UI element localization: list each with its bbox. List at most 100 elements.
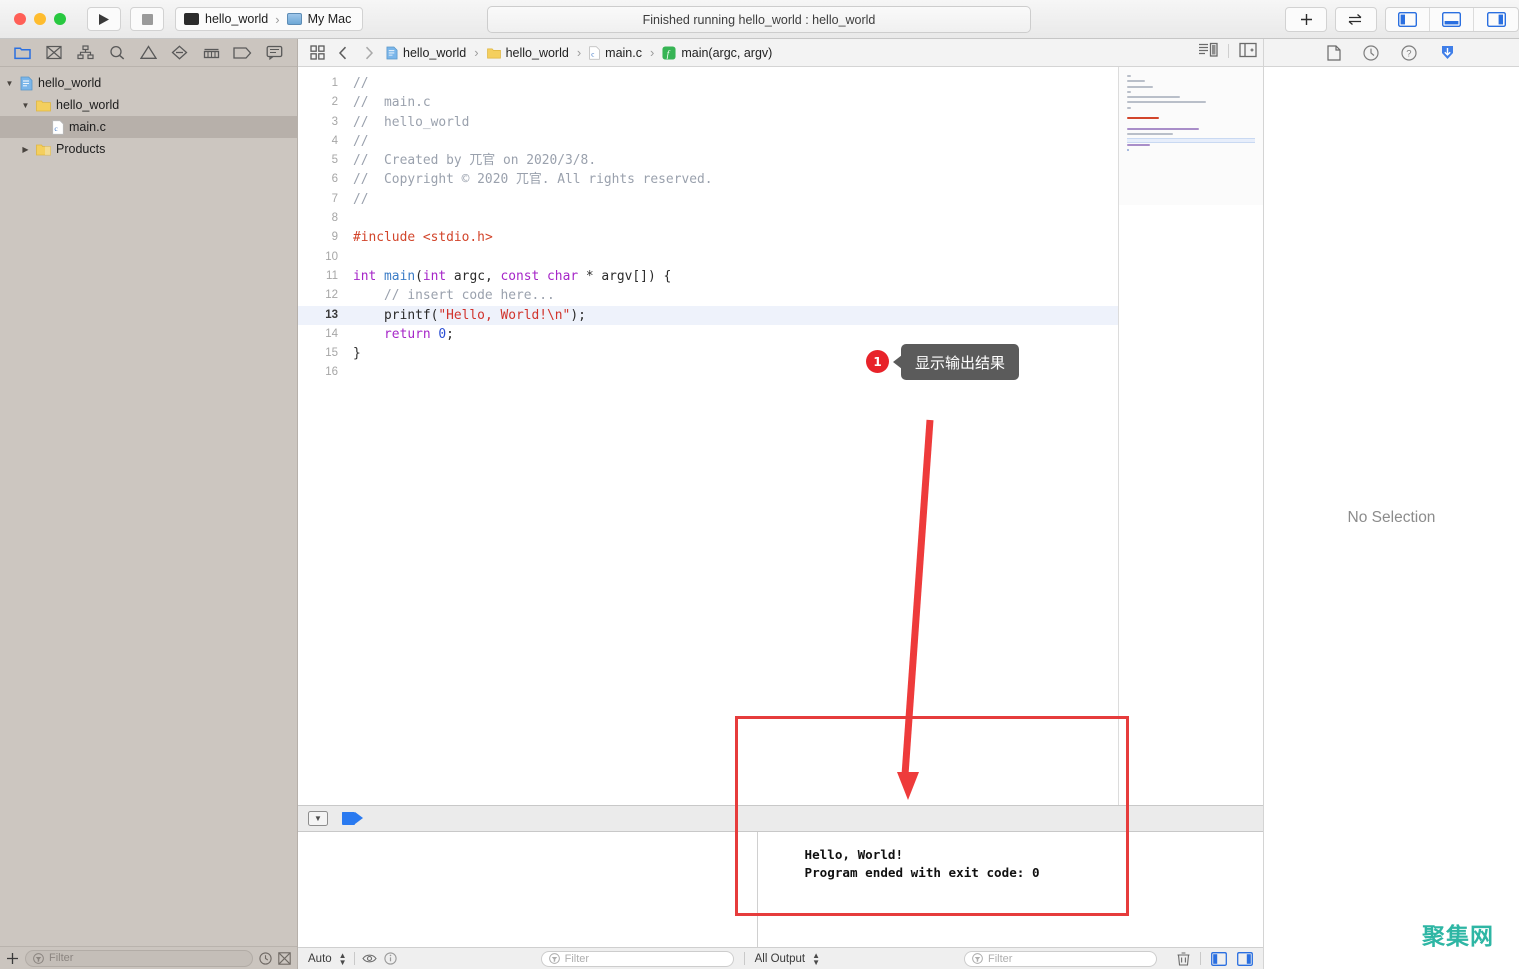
minimap-toggle-icon[interactable] bbox=[1198, 42, 1218, 59]
debug-bottom-bar: Auto ▲▼ bbox=[298, 947, 1263, 969]
symbol-navigator-icon[interactable] bbox=[70, 42, 101, 64]
breadcrumb-project[interactable]: hello_world bbox=[384, 46, 468, 60]
tree-label: main.c bbox=[69, 120, 106, 134]
swap-arrows-icon bbox=[1347, 13, 1365, 26]
breadcrumb-group[interactable]: hello_world bbox=[485, 46, 571, 60]
code-line[interactable]: 7// bbox=[298, 190, 1118, 209]
code-token: const char bbox=[500, 269, 578, 284]
breakpoint-flag-icon bbox=[355, 812, 363, 824]
navigate-forward-button[interactable] bbox=[358, 46, 380, 60]
minimap-line bbox=[1127, 128, 1199, 130]
disclosure-triangle-open[interactable]: ▼ bbox=[20, 101, 31, 110]
variables-filter-field[interactable]: Filter bbox=[541, 951, 734, 967]
console-output-selector[interactable]: All Output ▲▼ bbox=[745, 948, 830, 969]
related-items-icon[interactable] bbox=[306, 45, 328, 60]
navigator-filter-bar: Filter bbox=[0, 946, 297, 969]
code-line[interactable]: 8 bbox=[298, 209, 1118, 228]
minimize-window-button[interactable] bbox=[34, 13, 46, 25]
source-editor[interactable]: 1//2// main.c3// hello_world4//5// Creat… bbox=[298, 67, 1263, 805]
code-line[interactable]: 6// Copyright © 2020 兀官. All rights rese… bbox=[298, 170, 1118, 189]
project-navigator-icon[interactable] bbox=[7, 42, 38, 64]
folder-icon bbox=[36, 99, 51, 112]
scheme-selector[interactable]: hello_world › My Mac bbox=[175, 7, 363, 31]
minimap-line bbox=[1127, 91, 1131, 93]
code-line[interactable]: 2// main.c bbox=[298, 93, 1118, 112]
breakpoint-navigator-icon[interactable] bbox=[227, 42, 258, 64]
line-text: #include <stdio.h> bbox=[349, 228, 493, 247]
stop-button[interactable] bbox=[130, 7, 164, 31]
editor-minimap[interactable] bbox=[1118, 67, 1263, 805]
divider bbox=[1200, 952, 1201, 965]
scheme-target-label: hello_world bbox=[205, 12, 268, 26]
info-icon[interactable] bbox=[384, 952, 397, 965]
add-editor-button[interactable] bbox=[1285, 7, 1327, 32]
toggle-inspector-button[interactable] bbox=[1474, 7, 1518, 32]
toggle-navigator-button[interactable] bbox=[1386, 7, 1430, 32]
code-line[interactable]: 13 printf("Hello, World!\n"); bbox=[298, 306, 1118, 325]
help-inspector-icon[interactable]: ? bbox=[1401, 45, 1417, 61]
recent-files-icon[interactable] bbox=[259, 952, 272, 965]
bottom-panel-icon bbox=[1442, 12, 1461, 27]
zoom-window-button[interactable] bbox=[54, 13, 66, 25]
source-control-filter-icon[interactable] bbox=[278, 952, 291, 965]
code-line[interactable]: 10 bbox=[298, 248, 1118, 267]
variables-scope-selector[interactable]: Auto ▲▼ bbox=[298, 948, 407, 969]
eye-icon[interactable] bbox=[362, 953, 377, 964]
code-lines[interactable]: 1//2// main.c3// hello_world4//5// Creat… bbox=[298, 67, 1118, 805]
activate-breakpoints-button[interactable] bbox=[342, 812, 364, 825]
code-token: ( bbox=[415, 269, 423, 284]
disclosure-triangle-closed[interactable]: ▶ bbox=[20, 145, 31, 154]
navigator-filter-field[interactable]: Filter bbox=[25, 950, 253, 967]
source-control-navigator-icon[interactable] bbox=[38, 42, 69, 64]
code-line[interactable]: 11int main(int argc, const char * argv[]… bbox=[298, 267, 1118, 286]
line-text: // hello_world bbox=[349, 113, 469, 132]
line-number: 12 bbox=[298, 286, 349, 305]
issue-navigator-icon[interactable] bbox=[133, 42, 164, 64]
navigate-back-button[interactable] bbox=[332, 46, 354, 60]
navigator-tab-bar bbox=[0, 39, 297, 67]
hide-debug-area-button[interactable]: ▼ bbox=[308, 811, 328, 826]
file-inspector-icon[interactable] bbox=[1327, 45, 1341, 61]
code-line[interactable]: 15} bbox=[298, 344, 1118, 363]
tree-row-file-mainc[interactable]: c main.c bbox=[0, 116, 297, 138]
code-token: // insert code here... bbox=[353, 288, 555, 303]
console-filter-field[interactable]: Filter bbox=[964, 951, 1157, 967]
add-file-icon[interactable] bbox=[6, 952, 19, 965]
navigator-panel: ▼ hello_world ▼ hello_world bbox=[0, 39, 298, 969]
run-button[interactable] bbox=[87, 7, 121, 31]
disclosure-triangle-open[interactable]: ▼ bbox=[4, 79, 15, 88]
code-line[interactable]: 1// bbox=[298, 74, 1118, 93]
code-line[interactable]: 9#include <stdio.h> bbox=[298, 228, 1118, 247]
trash-icon[interactable] bbox=[1177, 952, 1190, 966]
console-output[interactable]: Hello, World! Program ended with exit co… bbox=[758, 832, 1264, 947]
variables-view[interactable] bbox=[298, 832, 758, 947]
line-number: 8 bbox=[298, 209, 349, 228]
tree-row-products[interactable]: ▶ Products bbox=[0, 138, 297, 160]
toggle-editor-layout-button[interactable] bbox=[1335, 7, 1377, 32]
find-navigator-icon[interactable] bbox=[101, 42, 132, 64]
tree-row-project[interactable]: ▼ hello_world bbox=[0, 72, 297, 94]
breadcrumb-file[interactable]: c main.c bbox=[587, 46, 644, 60]
code-line[interactable]: 3// hello_world bbox=[298, 113, 1118, 132]
quick-help-icon[interactable] bbox=[1439, 44, 1456, 61]
close-window-button[interactable] bbox=[14, 13, 26, 25]
no-selection-label: No Selection bbox=[1348, 509, 1436, 527]
show-variables-view-icon[interactable] bbox=[1211, 952, 1227, 966]
test-navigator-icon[interactable] bbox=[164, 42, 195, 64]
mac-device-icon bbox=[287, 13, 302, 25]
toggle-debug-area-button[interactable] bbox=[1430, 7, 1474, 32]
code-line[interactable]: 4// bbox=[298, 132, 1118, 151]
left-panel-icon bbox=[1398, 12, 1417, 27]
debug-navigator-icon[interactable] bbox=[196, 42, 227, 64]
report-navigator-icon[interactable] bbox=[259, 42, 290, 64]
show-console-view-icon[interactable] bbox=[1237, 952, 1253, 966]
code-line[interactable]: 14 return 0; bbox=[298, 325, 1118, 344]
code-token: } bbox=[353, 346, 361, 361]
breadcrumb-symbol[interactable]: f main(argc, argv) bbox=[660, 46, 774, 60]
code-line[interactable]: 16 bbox=[298, 363, 1118, 382]
code-line[interactable]: 12 // insert code here... bbox=[298, 286, 1118, 305]
tree-row-group[interactable]: ▼ hello_world bbox=[0, 94, 297, 116]
code-line[interactable]: 5// Created by 兀官 on 2020/3/8. bbox=[298, 151, 1118, 170]
add-editor-icon[interactable] bbox=[1239, 42, 1257, 59]
history-inspector-icon[interactable] bbox=[1363, 45, 1379, 61]
